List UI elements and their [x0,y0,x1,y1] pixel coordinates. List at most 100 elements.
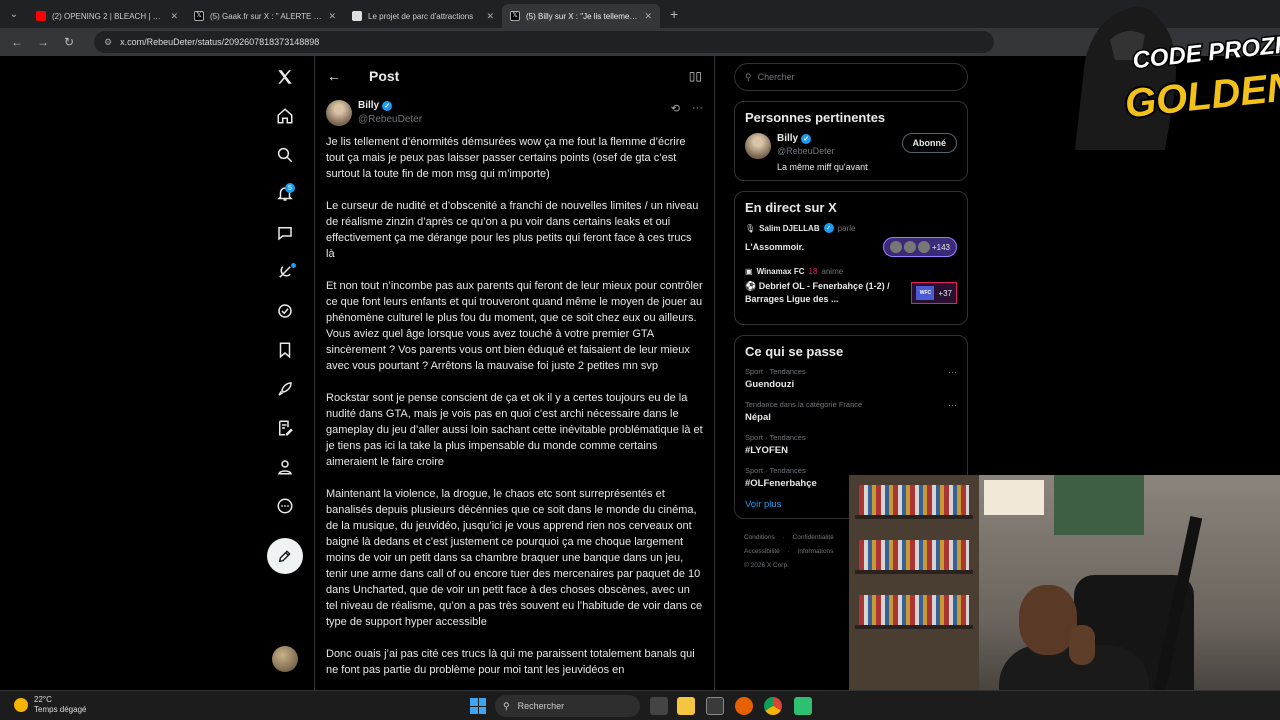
x-icon: 𝕏 [194,11,204,21]
live-item[interactable]: ▣ Winamax FC 18 anime ⚽ Debrief OL - Fenerb… [745,267,957,306]
new-dot [291,263,296,268]
trend-item[interactable]: Sport · Tendances #LYOFEN [745,433,957,456]
relevant-people-card: Personnes pertinentes Billy ✓ @RebeuDeter… [734,101,968,181]
footer-separator: · [782,534,785,541]
file-explorer-icon[interactable] [677,697,695,715]
reload-icon[interactable]: ↻ [62,35,76,49]
browser-tab[interactable]: (2) OPENING 2 | BLEACH | D-tec ✕ [28,4,186,28]
compose-post-button[interactable] [267,538,303,574]
footer-link[interactable]: Accessibilité [744,548,780,555]
windows-start-icon[interactable] [470,698,486,714]
person-info: Billy ✓ @RebeuDeter La même miff qu'avant [777,133,896,172]
tab-title: (5) Gaak.fr sur X : " ALERTE : L [210,11,323,21]
post-paragraph: Je lis tellement d’énormités démsurées w… [326,136,686,180]
books [859,595,969,625]
site-info-icon[interactable]: ⚙ [104,37,112,48]
listeners-pill[interactable]: +143 [882,237,957,257]
tab-search-menu-icon[interactable]: ⌄ [0,0,28,28]
more-options-icon[interactable]: ··· [692,102,703,130]
more-icon[interactable] [265,491,305,521]
grok-explain-icon[interactable]: ⟲ [671,102,680,130]
page-title: Post [369,68,400,84]
compose-icon [278,550,291,563]
sun-icon [14,698,28,712]
back-icon[interactable]: ← [10,35,24,49]
explore-search-icon[interactable] [265,140,305,170]
person-name[interactable]: Billy ✓ [777,133,896,144]
trend-category: Sport · Tendances [745,466,806,475]
more-options-icon[interactable]: ··· [948,367,957,377]
footer-link[interactable]: Conditions [744,534,775,541]
sponsor-logo: CODE PROZIS: GOLDENG [1075,6,1280,150]
browser-tab[interactable]: 𝕏 (5) Gaak.fr sur X : " ALERTE : L ✕ [186,4,344,28]
back-arrow-icon[interactable]: ← [327,68,341,84]
cam-shelf [849,475,979,720]
relevant-person[interactable]: Billy ✓ @RebeuDeter La même miff qu'avant… [745,133,957,172]
account-avatar[interactable] [272,646,298,672]
search-icon: ⚲ [745,71,752,82]
close-icon[interactable]: ✕ [486,11,494,22]
close-icon[interactable]: ✕ [328,11,336,22]
author-name[interactable]: Billy ✓ [358,100,665,111]
trend-item[interactable]: Sport · Tendances Guendouzi ··· [745,367,957,390]
live-item[interactable]: 🎙 Salim DJELLAB ✓ parle L'Assommoir. +143 [745,223,957,257]
host-avatar-icon: 🎙 [745,223,756,233]
url-field[interactable]: ⚙ x.com/RebeuDeter/status/20926078183731… [94,31,994,53]
host-name: Winamax FC [756,267,805,276]
live-host: ▣ Winamax FC 18 anime [745,267,957,276]
messages-icon[interactable] [265,218,305,248]
x-icon: 𝕏 [510,11,520,21]
grok-icon[interactable] [265,257,305,287]
trend-item[interactable]: Tendance dans la catégorie France Népal … [745,400,957,423]
taskbar-search[interactable]: ⚲ Rechercher [495,695,640,717]
trend-category: Sport · Tendances [745,367,806,376]
person-name-text: Billy [777,133,799,144]
taskbar-search-label: Rechercher [517,701,565,711]
reader-mode-icon[interactable]: ▯▯ [689,69,702,83]
chrome-icon[interactable] [764,697,782,715]
age-badge: 18 [808,267,818,276]
notifications-bell-icon[interactable] [265,179,305,209]
rocket-icon[interactable] [265,374,305,404]
app-icon[interactable] [794,697,812,715]
bookmark-icon[interactable] [265,335,305,365]
forward-icon[interactable]: → [36,35,50,49]
profile-icon[interactable] [265,452,305,482]
live-row: ⚽ Debrief OL - Fenerbahçe (1-2) / Barrag… [745,280,957,306]
trend-name: Népal [745,412,771,423]
shelf-board [855,570,973,574]
x-logo-icon[interactable] [265,62,305,92]
verified-icon: ✓ [382,100,393,111]
shelf-board [855,625,973,629]
firefox-icon[interactable] [735,697,753,715]
search-placeholder: Chercher [757,72,795,82]
taskbar: 22°C Temps dégagé ⚲ Rechercher [0,690,1280,720]
footer-link[interactable]: Informations [798,548,834,555]
verified-orgs-icon[interactable] [265,296,305,326]
avatar[interactable] [326,100,352,126]
task-view-icon[interactable] [650,697,668,715]
more-options-icon[interactable]: ··· [948,400,957,410]
author-names: Billy ✓ @RebeuDeter [358,100,665,130]
author-handle[interactable]: @RebeuDeter [358,114,665,125]
articles-icon[interactable] [265,413,305,443]
footer-link[interactable]: Confidentialité [793,534,834,541]
verified-icon: ✓ [823,223,834,233]
search-input[interactable]: ⚲ Chercher [734,63,968,91]
home-icon[interactable] [265,101,305,131]
notification-badge: 5 [285,183,295,193]
listeners-pill[interactable]: WFC +37 [911,282,957,304]
following-button[interactable]: Abonné [901,133,957,153]
store-icon[interactable] [706,697,724,715]
close-icon[interactable]: ✕ [644,11,652,22]
avatar[interactable] [745,133,771,159]
new-tab-button[interactable]: + [660,6,688,22]
listener-count: +143 [931,242,950,252]
news-icon [352,11,362,21]
close-icon[interactable]: ✕ [170,11,178,22]
temperature: 22°C [34,695,52,704]
browser-tab[interactable]: Le projet de parc d'attractions ✕ [344,4,502,28]
post-paragraph: Le curseur de nudité et d’obscenité a fr… [326,200,699,260]
browser-tab-active[interactable]: 𝕏 (5) Billy sur X : "Je lis tellement d … [502,4,660,28]
weather-widget[interactable]: 22°C Temps dégagé [14,695,86,715]
